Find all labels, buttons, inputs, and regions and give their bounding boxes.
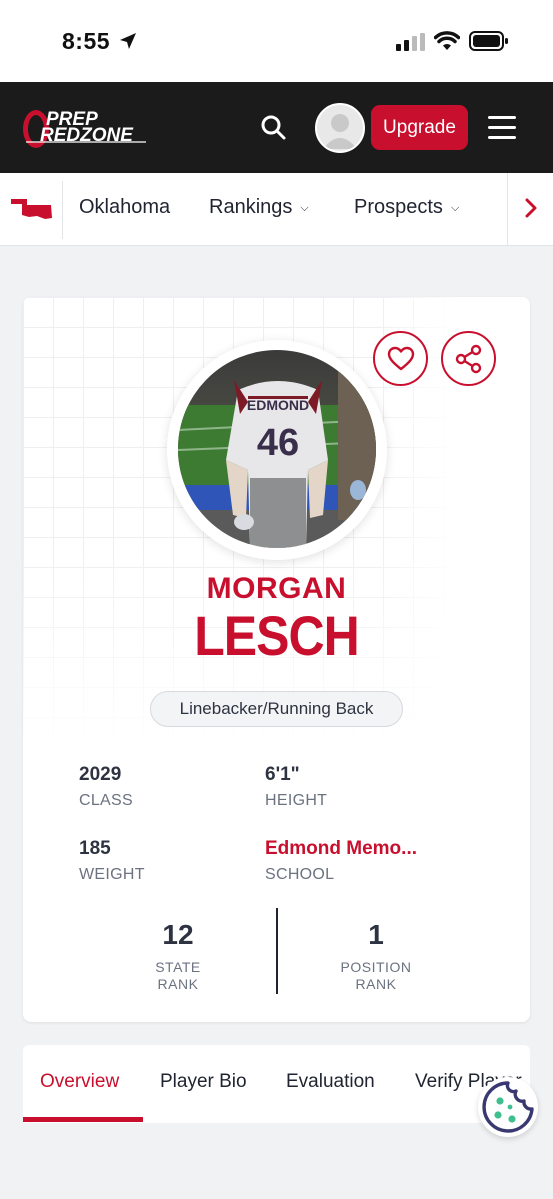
stat-school: Edmond Memo... SCHOOL [265, 838, 417, 884]
battery-icon [469, 31, 508, 51]
wifi-icon [434, 31, 460, 50]
subnav-divider [507, 173, 508, 246]
subnav-rankings-dropdown[interactable]: Rankings ⌵ [209, 196, 309, 219]
subnav-state-oklahoma[interactable]: Oklahoma [79, 196, 170, 219]
state-rank-value: 12 [162, 919, 194, 950]
state-rank-label: STATE RANK [155, 959, 201, 992]
stat-height: 6'1" HEIGHT [265, 764, 327, 810]
player-first-name: MORGAN [206, 572, 347, 605]
school-link[interactable]: Edmond Memo... [265, 838, 417, 860]
stat-height-label: HEIGHT [265, 792, 328, 809]
position-rank: 1 POSITION RANK [306, 919, 446, 993]
status-bar: 8:55 [0, 0, 553, 82]
jersey-text: EDMOND [247, 397, 309, 413]
oklahoma-state-icon[interactable] [11, 199, 53, 219]
hamburger-menu-icon[interactable] [488, 116, 516, 140]
stat-class-value: 2029 [79, 764, 122, 785]
profile-tabs: Overview Player Bio Evaluation Verify Pl… [23, 1045, 530, 1123]
player-photo: EDMOND 46 [178, 350, 376, 548]
chevron-right-icon[interactable] [520, 193, 542, 223]
rank-divider [276, 908, 278, 994]
status-time: 8:55 [62, 28, 111, 54]
share-button[interactable] [441, 331, 496, 386]
jersey-number: 46 [257, 422, 299, 464]
stat-weight-value: 185 [79, 838, 111, 859]
signal-icon [396, 33, 425, 51]
cookie-icon[interactable] [478, 1077, 538, 1137]
user-avatar-button[interactable] [315, 103, 365, 153]
share-icon [455, 344, 481, 373]
chevron-down-icon: ⌵ [300, 202, 309, 214]
top-navbar: PREP REDZONE Upgrade [0, 82, 553, 173]
position-rank-label: POSITION RANK [340, 959, 412, 992]
stat-height-value: 6'1" [265, 764, 300, 785]
tab-evaluation[interactable]: Evaluation [286, 1071, 375, 1093]
stat-weight: 185 WEIGHT [79, 838, 145, 884]
logo-line2: REDZONE [40, 125, 134, 146]
prep-redzone-logo[interactable]: PREP REDZONE [22, 106, 150, 152]
player-profile-card: EDMOND 46 MORGAN LESCH Linebacker/Runnin… [23, 297, 530, 1022]
active-tab-indicator [23, 1117, 143, 1122]
subnav-rankings-label: Rankings [209, 196, 293, 218]
player-last-name: LESCH [194, 604, 359, 668]
player-position-badge: Linebacker/Running Back [150, 691, 403, 727]
tab-overview[interactable]: Overview [40, 1071, 119, 1093]
stat-weight-label: WEIGHT [79, 866, 145, 883]
subnav-prospects-label: Prospects [354, 196, 443, 218]
stat-class: 2029 CLASS [79, 764, 133, 810]
subnav-prospects-dropdown[interactable]: Prospects ⌵ [354, 196, 459, 219]
favorite-button[interactable] [373, 331, 428, 386]
stat-school-label: SCHOOL [265, 866, 335, 883]
state-subnav: Oklahoma Rankings ⌵ Prospects ⌵ [0, 173, 553, 246]
upgrade-button[interactable]: Upgrade [371, 105, 468, 150]
state-rank: 12 STATE RANK [108, 919, 248, 993]
stat-class-label: CLASS [79, 792, 133, 809]
location-arrow-icon [120, 33, 136, 49]
user-avatar-icon [317, 105, 363, 151]
position-rank-value: 1 [368, 919, 384, 950]
tab-player-bio[interactable]: Player Bio [160, 1071, 247, 1093]
chevron-down-icon: ⌵ [450, 202, 460, 214]
search-icon[interactable] [258, 112, 290, 144]
subnav-divider [62, 181, 63, 239]
heart-icon [387, 346, 414, 370]
